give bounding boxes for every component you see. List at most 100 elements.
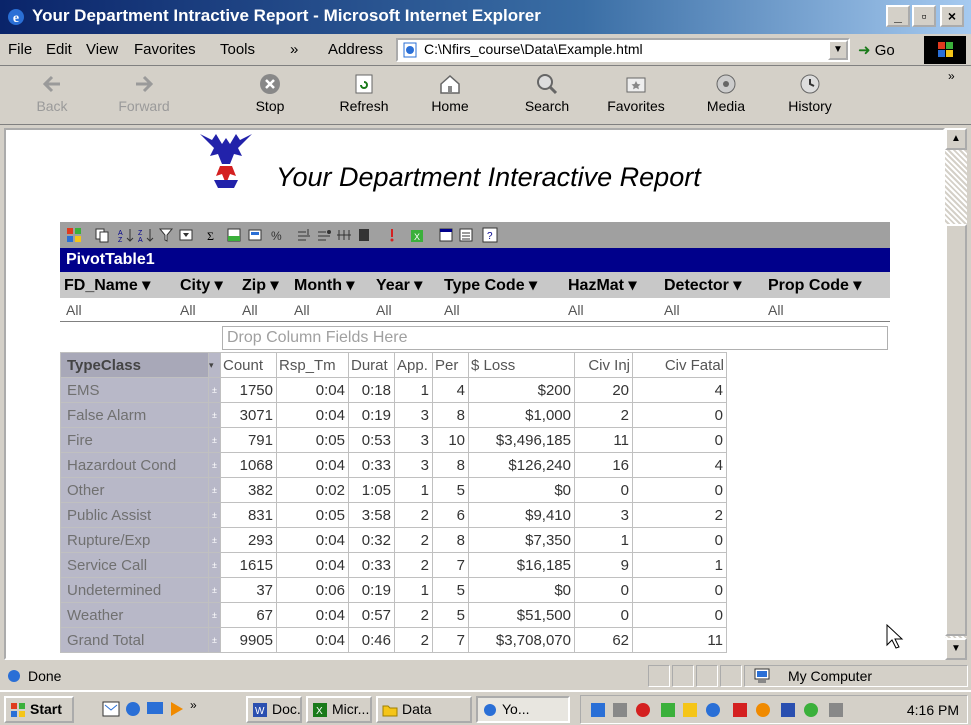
filter-prop-code[interactable]: Prop Code ▾ <box>768 275 861 295</box>
sort-descending-icon[interactable]: ZA <box>138 227 154 243</box>
expand-toggle-icon[interactable]: ± <box>208 602 221 628</box>
task-word-document[interactable]: W Doc... <box>246 696 302 723</box>
autofilter-icon[interactable] <box>178 227 194 243</box>
sort-ascending-icon[interactable]: AZ <box>118 227 134 243</box>
task-excel[interactable]: X Micr... <box>306 696 372 723</box>
address-dropdown-button[interactable]: ▼ <box>828 40 848 60</box>
toolbar-more-chevron[interactable]: » <box>948 69 955 83</box>
filter-value-type-code[interactable]: All <box>444 302 460 318</box>
scroll-up-button[interactable]: ▲ <box>945 128 967 150</box>
col-header-civ-inj[interactable]: Civ Inj <box>574 352 633 378</box>
menu-tools[interactable]: Tools <box>220 41 255 58</box>
collapse-icon[interactable] <box>296 227 312 243</box>
media-button[interactable]: Media <box>694 70 758 122</box>
col-header-civ-fatal[interactable]: Civ Fatal <box>632 352 727 378</box>
table-row[interactable]: Fire ±791 0:05 0:53 3 10 $3,496,185 11 0 <box>60 427 727 453</box>
row-label[interactable]: Other <box>60 477 209 503</box>
history-button[interactable]: History <box>778 70 842 122</box>
filter-fd-name[interactable]: FD_Name ▾ <box>64 275 150 295</box>
maximize-button[interactable]: ▫ <box>912 5 936 27</box>
quick-launch-desktop-icon[interactable] <box>146 700 164 718</box>
office-logo-icon[interactable] <box>66 227 82 243</box>
field-list-icon[interactable] <box>438 227 454 243</box>
col-header-per[interactable]: Per <box>432 352 469 378</box>
expand-toggle-icon[interactable]: ± <box>208 552 221 578</box>
autosum-icon[interactable]: Σ <box>206 227 222 243</box>
filter-detector[interactable]: Detector ▾ <box>664 275 741 295</box>
filter-value-fd-name[interactable]: All <box>66 302 82 318</box>
help-icon[interactable]: ? <box>482 227 498 243</box>
row-label[interactable]: Grand Total <box>60 627 209 653</box>
scroll-down-button[interactable]: ▼ <box>945 638 967 660</box>
table-row[interactable]: False Alarm ±3071 0:04 0:19 3 8 $1,000 2 0 <box>60 402 727 428</box>
task-internet-explorer-active[interactable]: Yo... <box>476 696 570 723</box>
table-row[interactable]: Service Call ±1615 0:04 0:33 2 7 $16,185 9 1 <box>60 552 727 578</box>
col-header-durat[interactable]: Durat <box>348 352 395 378</box>
favorites-button[interactable]: Favorites <box>604 70 668 122</box>
row-label[interactable]: Rupture/Exp <box>60 527 209 553</box>
stop-button[interactable]: Stop <box>238 70 302 122</box>
row-label[interactable]: Fire <box>60 427 209 453</box>
scroll-thumb[interactable] <box>945 224 967 636</box>
row-field-header[interactable]: TypeClass <box>60 352 209 378</box>
row-label[interactable]: Service Call <box>60 552 209 578</box>
row-label[interactable]: False Alarm <box>60 402 209 428</box>
menu-view[interactable]: View <box>86 41 118 58</box>
task-data-folder[interactable]: Data <box>376 696 472 723</box>
expand-toggle-icon[interactable]: ± <box>208 427 221 453</box>
filter-hazmat[interactable]: HazMat ▾ <box>568 275 636 295</box>
search-button[interactable]: Search <box>515 70 579 122</box>
filter-value-hazmat[interactable]: All <box>568 302 584 318</box>
table-row[interactable]: EMS ±1750 0:04 0:18 1 4 $200 20 4 <box>60 377 727 403</box>
refresh-data-icon[interactable] <box>384 227 400 243</box>
expand-toggle-icon[interactable]: ± <box>208 477 221 503</box>
menu-file[interactable]: File <box>8 41 32 58</box>
table-row[interactable]: Other ±382 0:02 1:05 1 5 $0 0 0 <box>60 477 727 503</box>
table-row[interactable]: Public Assist ±831 0:05 3:58 2 6 $9,410 3 2 <box>60 502 727 528</box>
quick-launch-outlook-icon[interactable] <box>102 700 120 718</box>
filter-value-prop-code[interactable]: All <box>768 302 784 318</box>
tray-icons[interactable] <box>587 701 887 719</box>
hide-details-icon[interactable] <box>336 227 352 243</box>
col-header-count[interactable]: Count <box>220 352 277 378</box>
subtotal-icon[interactable] <box>226 227 242 243</box>
go-button[interactable]: ➜ Go <box>858 41 895 59</box>
row-label[interactable]: Undetermined <box>60 577 209 603</box>
filter-year[interactable]: Year ▾ <box>376 275 422 295</box>
expand-toggle-icon[interactable]: ± <box>208 627 221 653</box>
menu-more-chevron[interactable]: » <box>290 41 298 58</box>
filter-value-city[interactable]: All <box>180 302 196 318</box>
row-field-dropdown-icon[interactable]: ▾ <box>208 352 221 378</box>
copy-icon[interactable] <box>94 227 110 243</box>
expand-toggle-icon[interactable]: ± <box>208 577 221 603</box>
close-button[interactable]: × <box>940 5 964 27</box>
table-row[interactable]: Weather ±67 0:04 0:57 2 5 $51,500 0 0 <box>60 602 727 628</box>
filter-zip[interactable]: Zip ▾ <box>242 275 278 295</box>
calculated-totals-icon[interactable] <box>248 227 264 243</box>
expand-toggle-icon[interactable]: ± <box>208 502 221 528</box>
filter-value-month[interactable]: All <box>294 302 310 318</box>
menu-favorites[interactable]: Favorites <box>134 41 196 58</box>
col-header-app[interactable]: App. <box>394 352 433 378</box>
filter-value-year[interactable]: All <box>376 302 392 318</box>
menu-edit[interactable]: Edit <box>46 41 72 58</box>
filter-type-code[interactable]: Type Code ▾ <box>444 275 537 295</box>
quick-launch-media-icon[interactable] <box>168 700 186 718</box>
table-row[interactable]: Grand Total ±9905 0:04 0:46 2 7 $3,708,070 62 11 <box>60 627 727 653</box>
expand-toggle-icon[interactable]: ± <box>208 527 221 553</box>
expand-toggle-icon[interactable]: ± <box>208 377 221 403</box>
back-button[interactable]: Back <box>20 70 84 122</box>
forward-button[interactable]: Forward <box>112 70 176 122</box>
filter-value-detector[interactable]: All <box>664 302 680 318</box>
col-header-rsp-tm[interactable]: Rsp_Tm <box>276 352 349 378</box>
row-label[interactable]: Weather <box>60 602 209 628</box>
properties-icon[interactable] <box>458 227 474 243</box>
refresh-button[interactable]: Refresh <box>332 70 396 122</box>
filter-icon[interactable] <box>158 227 174 243</box>
start-button[interactable]: Start <box>4 696 74 723</box>
quick-launch-ie-icon[interactable] <box>124 700 142 718</box>
address-input[interactable]: C:\Nfirs_course\Data\Example.html <box>396 38 850 62</box>
vertical-scrollbar[interactable]: ▲ ▼ <box>945 128 967 660</box>
home-button[interactable]: Home <box>418 70 482 122</box>
row-label[interactable]: Hazardout Cond <box>60 452 209 478</box>
